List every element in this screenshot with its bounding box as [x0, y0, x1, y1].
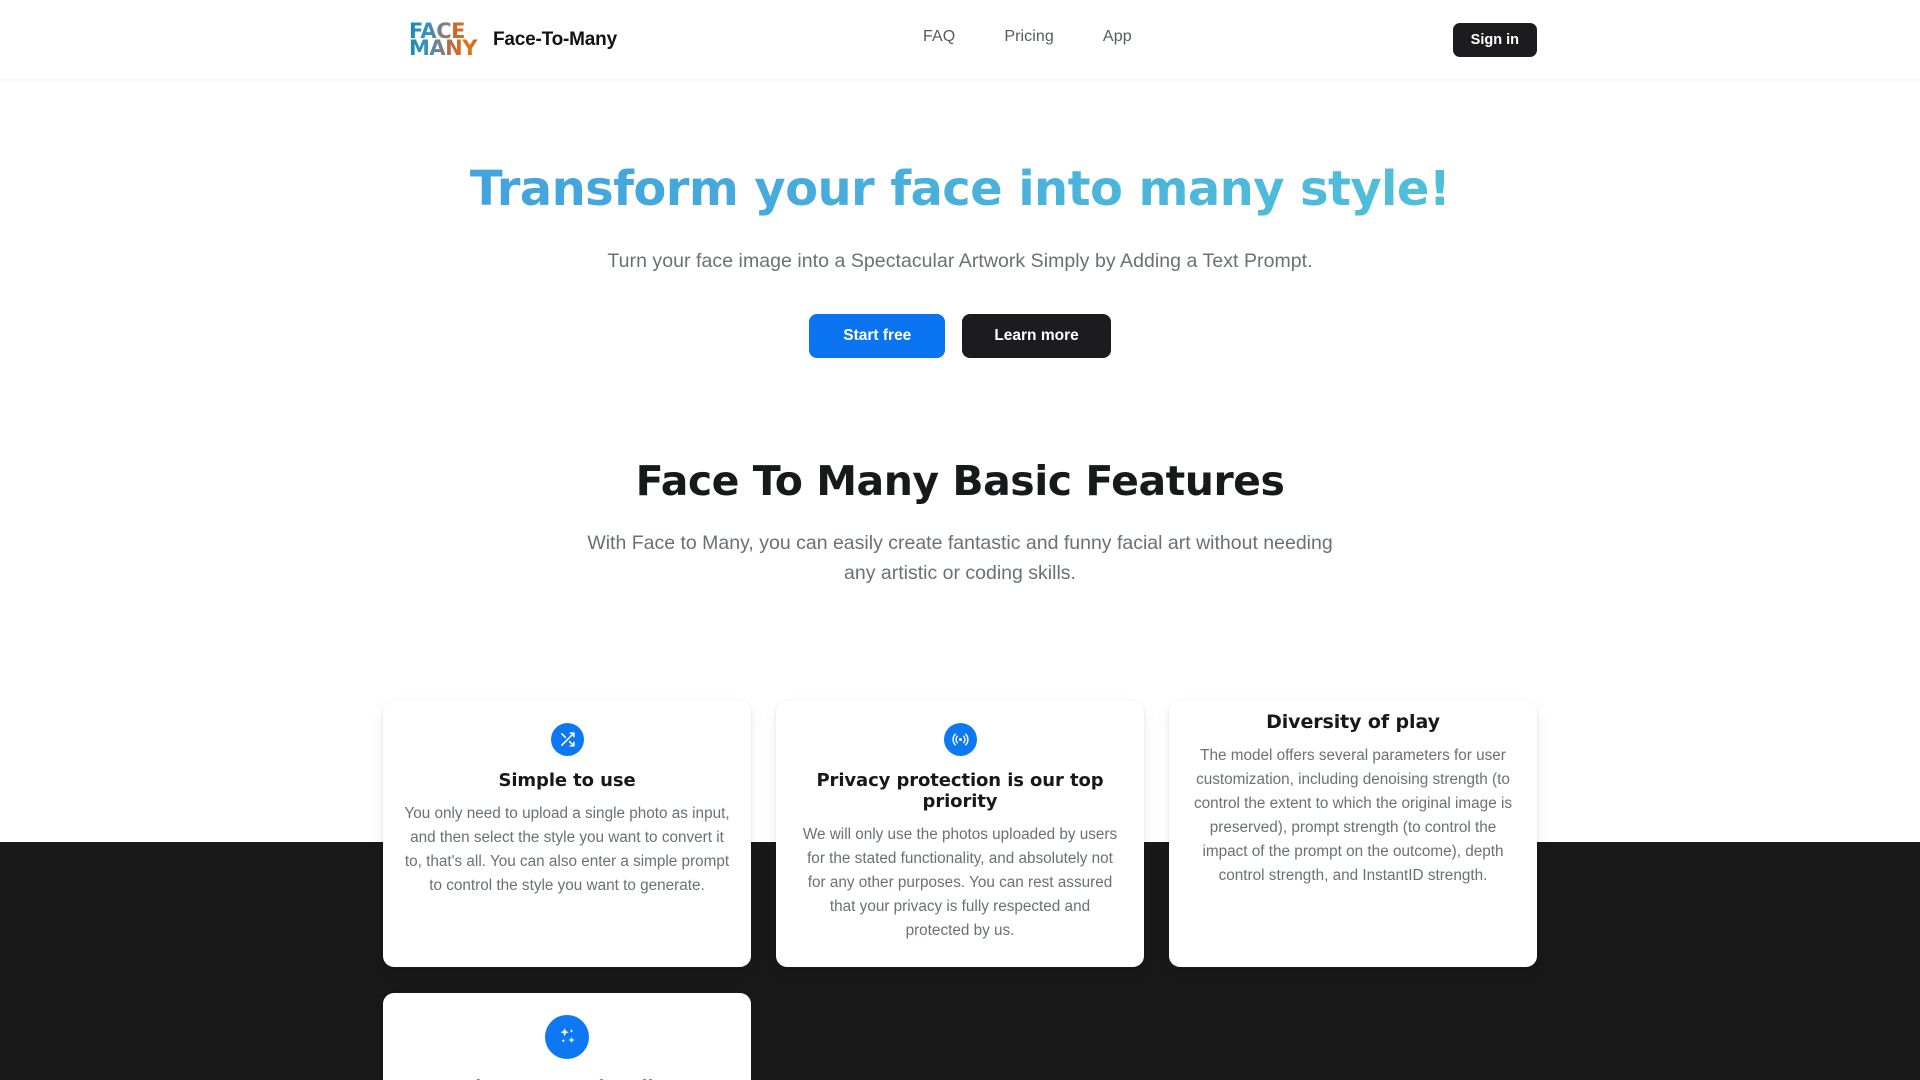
- fingerprint-radar-icon: [943, 723, 977, 756]
- site-header: FACE MANY Face-To-Many FAQ Pricing App S…: [0, 0, 1920, 79]
- features-title: Face To Many Basic Features: [635, 457, 1285, 505]
- feature-card-privacy: Privacy protection is our top priority W…: [776, 701, 1144, 967]
- start-free-button[interactable]: Start free: [809, 313, 946, 358]
- logo-line-2: MANY: [409, 35, 477, 60]
- nav-item-app[interactable]: App: [1103, 28, 1132, 46]
- hero-subtitle: Turn your face image into a Spectacular …: [607, 249, 1313, 272]
- shuffle-icon: [550, 723, 584, 756]
- feature-card-text: You only need to upload a single photo a…: [404, 805, 730, 894]
- face-many-logo-icon: FACE MANY: [409, 19, 485, 61]
- sign-in-button[interactable]: Sign in: [1452, 23, 1537, 57]
- feature-card-title: Diversity of play: [1266, 711, 1440, 733]
- feature-card-text: The model offers several parameters for …: [1193, 747, 1512, 884]
- landing-page: FACE MANY Face-To-Many FAQ Pricing App S…: [0, 0, 1920, 1080]
- brand-logo-link[interactable]: FACE MANY Face-To-Many: [409, 19, 617, 61]
- feature-card-diversity: Diversity of play The model offers sever…: [1169, 701, 1537, 967]
- hero-section: Transform your face into many style! Tur…: [0, 79, 1920, 358]
- feature-card-title: Privacy protection is our top priority: [816, 770, 1104, 812]
- learn-more-button[interactable]: Learn more: [962, 313, 1111, 358]
- feature-card-simple-to-use: Simple to use You only need to upload a …: [383, 701, 751, 967]
- nav-item-faq[interactable]: FAQ: [923, 28, 955, 46]
- feature-card-title: Simple to use: [498, 770, 636, 791]
- features-section-header: Face To Many Basic Features With Face to…: [0, 457, 1920, 589]
- feature-card-diverse-functionality: Diverse Functionality: [383, 992, 751, 1080]
- features-description: With Face to Many, you can easily create…: [587, 532, 1333, 585]
- feature-card-grid: Simple to use You only need to upload a …: [383, 701, 1538, 1080]
- sparkles-icon: [545, 1014, 589, 1059]
- feature-card-text: We will only use the photos uploaded by …: [802, 826, 1118, 939]
- hero-title: Transform your face into many style!: [0, 161, 1920, 218]
- hero-button-group: Start free Learn more: [0, 313, 1920, 358]
- brand-name: Face-To-Many: [493, 29, 617, 50]
- nav-item-pricing[interactable]: Pricing: [1004, 28, 1054, 46]
- main-nav: FAQ Pricing App: [923, 28, 1132, 46]
